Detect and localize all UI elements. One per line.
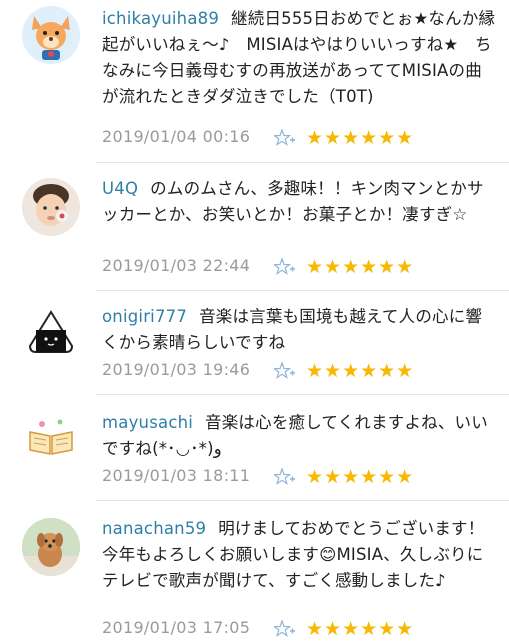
star-rating: ★★★★★★ [306,256,415,278]
comment-item: nanachan59 明けましておめでとうございます！今年もよろしくお願いします😊… [0,502,509,640]
comment-meta: 2019/01/03 22:44 ★★★★★★ [102,256,502,280]
username[interactable]: nanachan59 [102,519,206,538]
divider [96,394,509,395]
comment-date: 2019/01/03 17:05 [102,618,251,637]
add-star-icon[interactable] [274,362,296,380]
star-rating: ★★★★★★ [306,466,415,488]
star-rating: ★★★★★★ [306,360,415,382]
open-book-icon [22,408,80,466]
star-rating: ★★★★★★ [306,127,415,149]
comment-meta: 2019/01/03 17:05 ★★★★★★ [102,618,502,642]
comment-meta: 2019/01/03 19:46 ★★★★★★ [102,360,502,384]
username[interactable]: U4Q [102,179,138,198]
comment-item: onigiri777 音楽は言葉も国境も越えて人の心に響くから素晴らしいですね 2… [0,292,509,395]
comment-item: mayusachi 音楽は心を癒してくれますよね、いいですね(*･◡･*)ﻭ 20… [0,396,509,500]
comment-date: 2019/01/04 00:16 [102,127,251,146]
avatar[interactable] [22,518,80,576]
add-star-icon[interactable] [274,258,296,276]
avatar[interactable] [22,6,80,64]
comment-text: mayusachi 音楽は心を癒してくれますよね、いいですね(*･◡･*)ﻭ [102,410,497,462]
comment-item: ichikayuiha89 継続日555日おめでとぉ★なんか縁起がいいねぇ〜♪ M… [0,0,509,160]
username[interactable]: mayusachi [102,413,193,432]
dog-character-icon [22,6,80,64]
dog-photo-icon [22,518,80,576]
comment-date: 2019/01/03 18:11 [102,466,251,485]
comment-meta: 2019/01/04 00:16 ★★★★★★ [102,127,502,151]
divider [96,162,509,163]
comment-date: 2019/01/03 22:44 [102,256,251,275]
onigiri-icon [22,304,80,362]
add-star-icon[interactable] [274,129,296,147]
add-star-icon[interactable] [274,620,296,638]
avatar[interactable] [22,408,80,466]
comment-text: U4Q のムのムさん、多趣味！！キン肉マンとかサッカーとか、お笑いとか！お菓子とか… [102,176,497,228]
comment-text: ichikayuiha89 継続日555日おめでとぉ★なんか縁起がいいねぇ〜♪ M… [102,6,497,110]
avatar[interactable] [22,304,80,362]
divider [96,500,509,501]
comment-text: onigiri777 音楽は言葉も国境も越えて人の心に響くから素晴らしいですね [102,304,497,356]
username[interactable]: ichikayuiha89 [102,9,219,28]
child-photo-icon [22,178,80,236]
avatar[interactable] [22,178,80,236]
username[interactable]: onigiri777 [102,307,187,326]
comment-date: 2019/01/03 19:46 [102,360,251,379]
star-rating: ★★★★★★ [306,618,415,640]
add-star-icon[interactable] [274,468,296,486]
comment-body: のムのムさん、多趣味！！キン肉マンとかサッカーとか、お笑いとか！お菓子とか！凄す… [102,179,484,224]
divider [96,290,509,291]
comment-text: nanachan59 明けましておめでとうございます！今年もよろしくお願いします😊… [102,516,497,594]
comment-meta: 2019/01/03 18:11 ★★★★★★ [102,466,502,490]
comment-item: U4Q のムのムさん、多趣味！！キン肉マンとかサッカーとか、お笑いとか！お菓子とか… [0,164,509,292]
